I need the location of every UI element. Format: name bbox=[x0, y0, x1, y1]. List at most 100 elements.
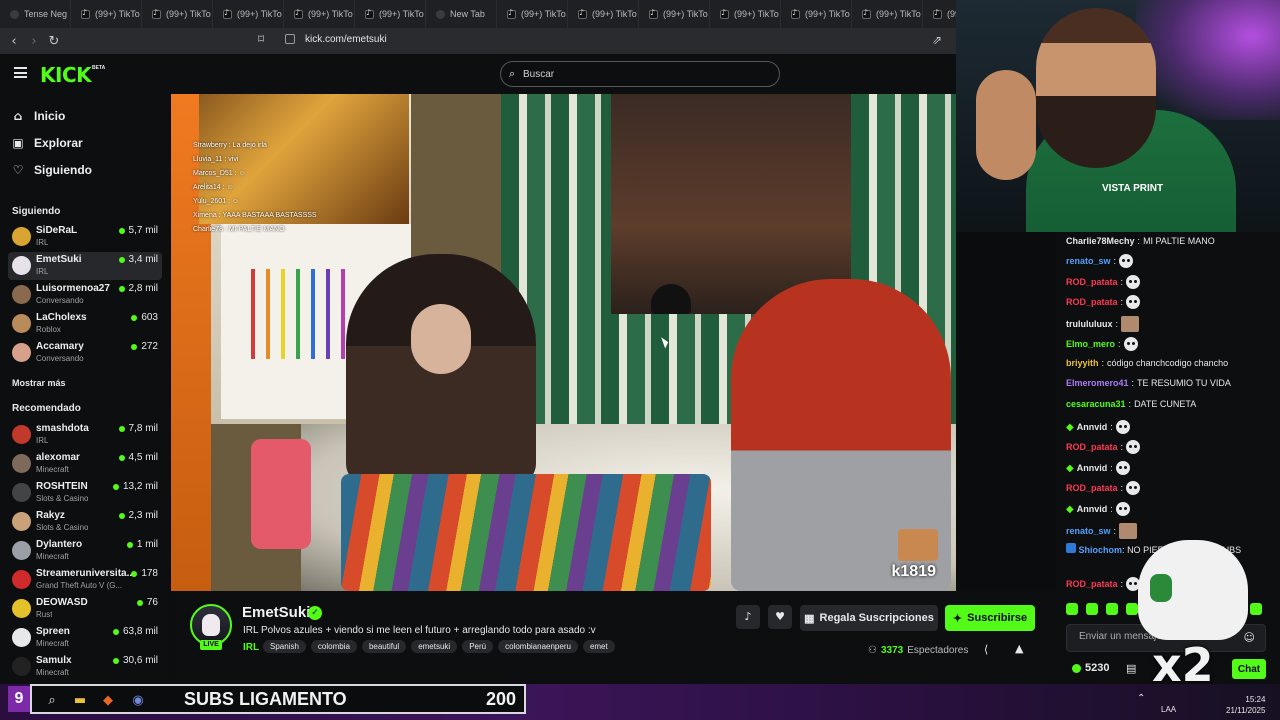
browser-tab[interactable]: (99+) TikTo bbox=[568, 0, 639, 28]
search-input[interactable] bbox=[523, 66, 763, 82]
chat-message[interactable]: Elmeromero41: TE RESUMIO TU VIDA bbox=[1066, 378, 1231, 388]
emote-icon[interactable] bbox=[1086, 603, 1098, 615]
chat-message[interactable]: ROD_patata: bbox=[1066, 295, 1141, 309]
sidebar-channel[interactable]: Dylantero Minecraft 1 mil bbox=[8, 537, 162, 565]
chat-message[interactable]: Elmo_mero: bbox=[1066, 337, 1138, 351]
gift-icon[interactable]: ▤ bbox=[1126, 662, 1136, 675]
share-page-icon[interactable]: ⇗ bbox=[932, 33, 942, 47]
browser-tab[interactable]: Tense Neg bbox=[0, 0, 71, 28]
emote-icon[interactable] bbox=[1250, 603, 1262, 615]
chat-username[interactable]: Charlie78Mechy bbox=[1066, 236, 1135, 246]
stream-tag[interactable]: Spanish bbox=[263, 640, 306, 653]
browser-tab[interactable]: (99+) TikTo bbox=[852, 0, 923, 28]
chat-message[interactable]: briyyith: código chanchcodigo chancho bbox=[1066, 358, 1228, 368]
streamer-name[interactable]: EmetSuki bbox=[242, 604, 310, 621]
sidebar-channel[interactable]: smashdota IRL 7,8 mil bbox=[8, 421, 162, 449]
sidebar-channel[interactable]: DEOWASD Rust 76 bbox=[8, 595, 162, 623]
nav-explorar[interactable]: ▣ Explorar bbox=[12, 136, 82, 150]
sidebar-channel[interactable]: Accamary Conversando 272 bbox=[8, 339, 162, 367]
browser-tab[interactable]: (99+) TikTo bbox=[639, 0, 710, 28]
sidebar-channel[interactable]: Rakyz Slots & Casino 2,3 mil bbox=[8, 508, 162, 536]
bookmark-icon[interactable]: ⌑ bbox=[258, 32, 264, 46]
show-more-link[interactable]: Mostrar más bbox=[12, 378, 66, 388]
chat-username[interactable]: Elmo_mero bbox=[1066, 339, 1115, 349]
chat-message[interactable]: ROD_patata: bbox=[1066, 481, 1141, 495]
share-icon[interactable]: ⟨ bbox=[984, 643, 988, 656]
stream-tag[interactable]: emet bbox=[582, 640, 615, 653]
chat-username[interactable]: Annvid bbox=[1077, 422, 1108, 432]
chat-message[interactable]: ROD_patata: bbox=[1066, 440, 1141, 454]
stream-tag[interactable]: Perú bbox=[462, 640, 494, 653]
chat-username[interactable]: Shiochom bbox=[1079, 545, 1123, 555]
search-icon[interactable]: ⌕ bbox=[44, 693, 60, 709]
chat-username[interactable]: ROD_patata bbox=[1066, 277, 1118, 287]
emote-icon[interactable] bbox=[1066, 603, 1078, 615]
reload-icon[interactable]: ↻ bbox=[44, 31, 64, 51]
sidebar-channel[interactable]: Spreen Minecraft 63,8 mil bbox=[8, 624, 162, 652]
chat-username[interactable]: renato_sw bbox=[1066, 256, 1111, 266]
nav-siguiendo[interactable]: ♡ Siguiendo bbox=[12, 163, 92, 177]
chat-username[interactable]: Annvid bbox=[1077, 504, 1108, 514]
emote-icon[interactable] bbox=[1126, 603, 1138, 615]
forward-icon[interactable]: › bbox=[24, 31, 44, 51]
stream-tag[interactable]: beautiful bbox=[361, 640, 407, 653]
browser-tab[interactable]: (99+) TikTo bbox=[781, 0, 852, 28]
chat-message[interactable]: ROD_patata: bbox=[1066, 577, 1141, 591]
chat-username[interactable]: ROD_patata bbox=[1066, 483, 1118, 493]
browser-tab[interactable]: (99+) TikTo bbox=[142, 0, 213, 28]
chat-username[interactable]: cesaracuna31 bbox=[1066, 399, 1126, 409]
browser-tab[interactable]: (99+) TikTo bbox=[213, 0, 284, 28]
channel-points[interactable]: 5230 bbox=[1072, 662, 1109, 674]
sidebar-channel[interactable]: Luisormenoa27 Conversando 2,8 mil bbox=[8, 281, 162, 309]
chat-message[interactable]: cesaracuna31: DATE CUNETA bbox=[1066, 399, 1196, 409]
chat-message[interactable]: ◆ Annvid: bbox=[1066, 502, 1130, 516]
stream-tag[interactable]: emetsuki bbox=[411, 640, 458, 653]
sidebar-channel[interactable]: EmetSuki IRL 3,4 mil bbox=[8, 252, 162, 280]
follow-heart-icon[interactable]: ♥ bbox=[768, 605, 792, 629]
chat-username[interactable]: ROD_patata bbox=[1066, 442, 1118, 452]
chat-username[interactable]: ROD_patata bbox=[1066, 579, 1118, 589]
sidebar-channel[interactable]: alexomar Minecraft 4,5 mil bbox=[8, 450, 162, 478]
browser-tab[interactable]: (99+) TikTo bbox=[284, 0, 355, 28]
chat-send-button[interactable]: Chat bbox=[1232, 659, 1266, 679]
video-player[interactable]: Strawberry : La dejo irla Lluvia_11 : viv… bbox=[171, 94, 956, 591]
emoji-icon[interactable]: ☺ bbox=[1244, 631, 1255, 644]
tray-chevron-icon[interactable]: ⌃ bbox=[1137, 693, 1145, 704]
brave-icon[interactable]: ◆ bbox=[100, 693, 116, 709]
chat-username[interactable]: renato_sw bbox=[1066, 526, 1111, 536]
folder-icon[interactable]: ▬ bbox=[72, 693, 88, 709]
chat-username[interactable]: Annvid bbox=[1077, 463, 1108, 473]
browser-tab[interactable]: New Tab bbox=[426, 0, 497, 28]
sidebar-channel[interactable]: Streameruniversita... Grand Theft Auto V … bbox=[8, 566, 162, 594]
stream-tag[interactable]: colombianaenperu bbox=[498, 640, 578, 653]
discord-icon[interactable]: ◉ bbox=[130, 693, 146, 709]
gift-subs-button[interactable]: ▦ Regala Suscripciones bbox=[800, 605, 938, 631]
chat-message[interactable]: trulululuux: bbox=[1066, 316, 1140, 332]
chat-message[interactable]: ROD_patata: bbox=[1066, 275, 1141, 289]
chat-message[interactable]: Charlie78Mechy: MI PALTIE MANO bbox=[1066, 236, 1215, 246]
url-text[interactable]: kick.com/emetsuki bbox=[305, 34, 387, 45]
sidebar-channel[interactable]: ROSHTEIN Slots & Casino 13,2 mil bbox=[8, 479, 162, 507]
browser-tab[interactable]: (99+) TikTo bbox=[710, 0, 781, 28]
browser-tab[interactable]: (99+) TikTo bbox=[355, 0, 426, 28]
search-box[interactable]: ⌕ bbox=[500, 61, 780, 87]
sidebar-channel[interactable]: SiDeRaL IRL 5,7 mil bbox=[8, 223, 162, 251]
sidebar-channel[interactable]: Samulx Minecraft 30,6 mil bbox=[8, 653, 162, 681]
site-info-icon[interactable] bbox=[285, 34, 295, 44]
chat-message[interactable]: renato_sw: bbox=[1066, 523, 1138, 539]
browser-tab[interactable]: (99+) TikTo bbox=[497, 0, 568, 28]
nav-inicio[interactable]: ⌂ Inicio bbox=[12, 109, 66, 123]
chat-username[interactable]: briyyith bbox=[1066, 358, 1099, 368]
chat-username[interactable]: ROD_patata bbox=[1066, 297, 1118, 307]
notification-bell-icon[interactable]: ♪ bbox=[736, 605, 760, 629]
emote-icon[interactable] bbox=[1106, 603, 1118, 615]
subscribe-button[interactable]: ✦ Suscribirse bbox=[945, 605, 1035, 631]
report-icon[interactable]: ▲ bbox=[1015, 642, 1023, 655]
chat-message[interactable]: renato_sw: bbox=[1066, 254, 1134, 268]
menu-icon[interactable] bbox=[14, 67, 27, 78]
sidebar-channel[interactable]: LaCholexs Roblox 603 bbox=[8, 310, 162, 338]
stream-tag[interactable]: colombia bbox=[310, 640, 357, 653]
chat-message[interactable]: ◆ Annvid: bbox=[1066, 461, 1130, 475]
browser-tab[interactable]: (99+) bbox=[923, 0, 956, 28]
clock[interactable]: 15:24 21/11/2025 bbox=[1226, 694, 1265, 716]
